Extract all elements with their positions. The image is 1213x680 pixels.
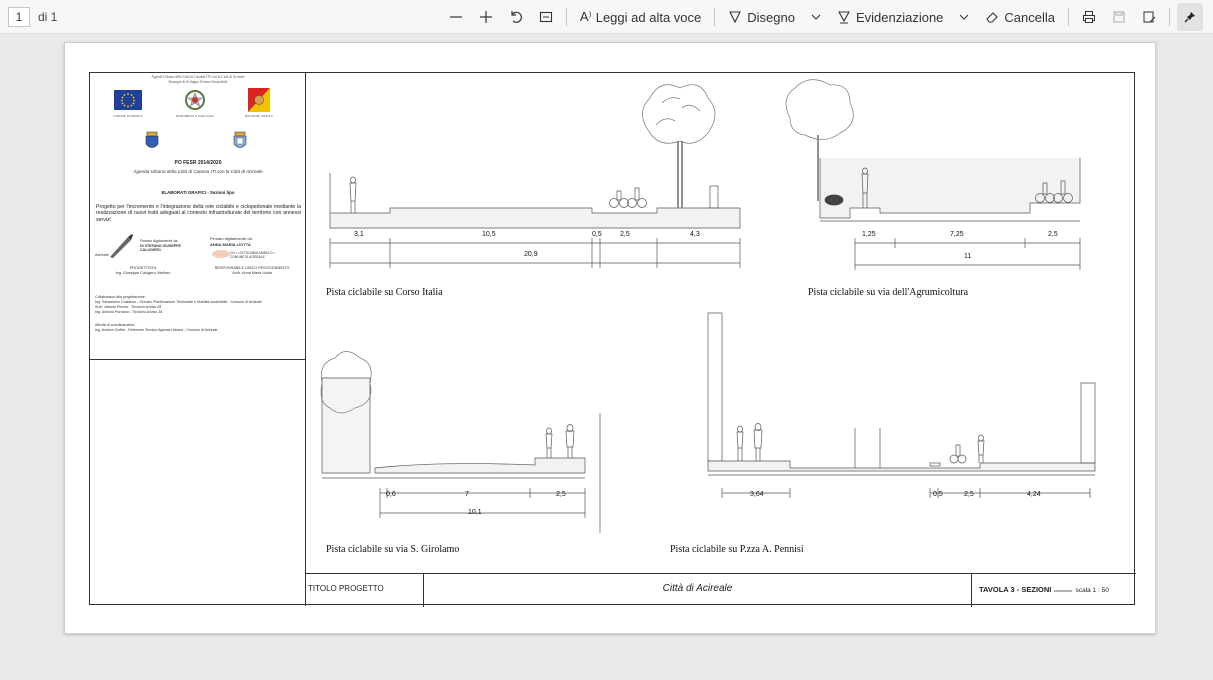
caption-girolamo: Pista ciclabile su via S. Girolamo	[326, 544, 460, 555]
title-bar: TITOLO PROGETTO Città di Acireale TAVOLA…	[306, 573, 1136, 607]
read-aloud-icon: A⁾	[579, 9, 592, 24]
toolbar-separator	[565, 8, 567, 26]
highlight-label: Evidenziazione	[855, 9, 944, 25]
read-aloud-label: Leggi ad alta voce	[595, 9, 702, 25]
eraser-icon	[986, 12, 999, 23]
caption-agrumicoltura: Pista ciclabile su via dell'Agrumicoltur…	[808, 287, 969, 298]
fit-page-button[interactable]	[533, 3, 559, 31]
tavola-label: TAVOLA 3 - SEZIONI scala 1 : 50	[972, 574, 1136, 607]
highlight-dropdown[interactable]	[953, 3, 975, 31]
scale-label: scala 1 : 50	[1075, 587, 1109, 594]
chevron-down-icon	[960, 14, 969, 20]
draw-button[interactable]: Disegno	[722, 3, 801, 31]
dim-pennisi-2: 0,5	[933, 491, 943, 498]
save-button[interactable]	[1106, 3, 1132, 31]
erase-label: Cancella	[1004, 9, 1055, 25]
highlight-icon	[838, 11, 850, 24]
toolbar-separator	[1068, 8, 1069, 26]
dim-corso-italia-4: 2,5	[620, 231, 630, 238]
dim-girolamo-3: 2,5	[556, 491, 566, 498]
dim-corso-italia-1: 3,1	[354, 231, 364, 238]
toolbar-separator	[1169, 8, 1170, 26]
page-count-label: di 1	[38, 10, 58, 24]
section-agrumicoltura	[785, 79, 1081, 270]
drawing-frame: Agenda Urbana della Città di Catania ITI…	[89, 72, 1136, 607]
pdf-toolbar: 1 di 1 A⁾ Leggi ad alta voce Disegno Evi…	[0, 0, 1213, 34]
section-corso-italia	[329, 84, 741, 268]
section-pennisi	[707, 312, 1096, 498]
draw-icon	[729, 11, 742, 24]
print-button[interactable]	[1076, 3, 1102, 31]
pdf-page: Agenda Urbana della Città di Catania ITI…	[64, 42, 1156, 634]
minus-icon	[449, 16, 462, 18]
rotate-button[interactable]	[503, 3, 529, 31]
rotate-icon	[511, 11, 522, 23]
draw-label: Disegno	[747, 9, 795, 25]
dim-corso-italia-5: 4,3	[690, 231, 700, 238]
dim-corso-italia-3: 0,5	[592, 231, 602, 238]
fit-page-icon	[539, 11, 552, 23]
read-aloud-button[interactable]: A⁾ Leggi ad alta voce	[574, 3, 707, 31]
caption-corso-italia: Pista ciclabile su Corso Italia	[326, 287, 443, 298]
sections-drawing	[320, 79, 1096, 533]
pin-icon	[1184, 12, 1195, 23]
dim-girolamo-total: 10,1	[468, 509, 482, 516]
save-icon	[1113, 11, 1125, 23]
dim-agrumicoltura-total: 11	[964, 253, 972, 260]
page-number-input[interactable]: 1	[8, 7, 30, 27]
dim-pennisi-1: 3,64	[750, 491, 764, 498]
section-girolamo	[320, 351, 601, 533]
dim-agrumicoltura-3: 2,5	[1048, 231, 1058, 238]
dim-girolamo-2: 7	[465, 491, 469, 498]
pin-toolbar-button[interactable]	[1177, 3, 1203, 31]
zoom-out-button[interactable]	[443, 3, 469, 31]
dim-corso-italia-total: 20,9	[524, 251, 538, 258]
dim-corso-italia-2: 10,5	[482, 231, 496, 238]
toolbar-separator	[714, 8, 716, 26]
city-title: Città di Acireale	[424, 574, 972, 607]
chevron-down-icon	[811, 14, 821, 20]
draw-dropdown[interactable]	[805, 3, 827, 31]
dim-girolamo-1: 0,6	[386, 491, 396, 498]
caption-pennisi: Pista ciclabile su P.zza A. Pennisi	[670, 544, 804, 555]
zoom-in-button[interactable]	[473, 3, 499, 31]
dim-agrumicoltura-1: 1,25	[862, 231, 876, 238]
save-as-button[interactable]	[1136, 3, 1162, 31]
scale-bar-icon	[1054, 590, 1073, 592]
print-icon	[1083, 11, 1095, 23]
plus-icon	[479, 11, 492, 23]
dim-pennisi-3: 2,5	[964, 491, 974, 498]
dim-agrumicoltura-2: 7,25	[950, 231, 964, 238]
highlight-button[interactable]: Evidenziazione	[831, 3, 949, 31]
save-as-icon	[1143, 11, 1156, 23]
tavola-title: TAVOLA 3 - SEZIONI	[979, 585, 1052, 594]
titolo-progetto-label: TITOLO PROGETTO	[306, 574, 424, 607]
erase-button[interactable]: Cancella	[979, 3, 1061, 31]
dim-pennisi-4: 4,24	[1027, 491, 1041, 498]
